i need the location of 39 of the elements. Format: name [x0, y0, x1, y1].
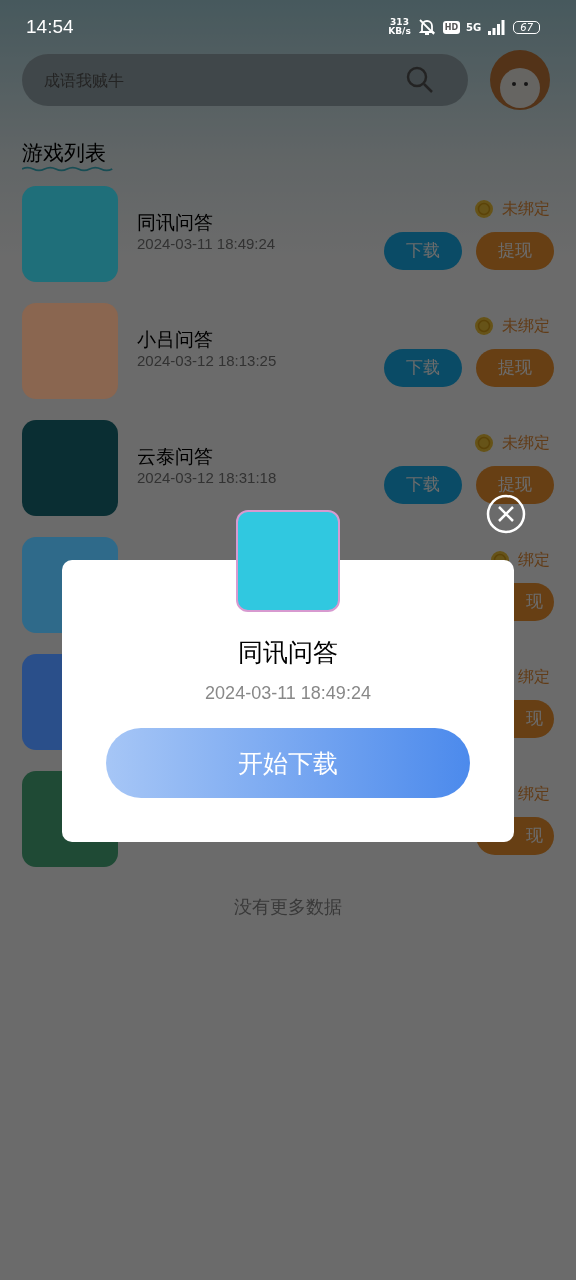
game-name: 同讯问答: [137, 209, 214, 235]
binding-status: 绑定: [518, 783, 550, 805]
game-time: 2024-03-12 18:31:18: [137, 468, 278, 486]
dialog-time: 2024-03-11 18:49:24: [205, 683, 371, 704]
search-icon: [405, 65, 435, 95]
coin-icon: [474, 433, 494, 453]
game-time: 2024-03-11 18:49:24: [137, 234, 277, 252]
close-icon[interactable]: [486, 494, 526, 534]
muted-bell-icon: [416, 17, 437, 37]
withdraw-button[interactable]: 提现: [476, 231, 554, 270]
download-button[interactable]: 下载: [384, 348, 462, 387]
binding-status: 未绑定: [502, 315, 550, 337]
download-button[interactable]: 下载: [384, 231, 462, 270]
start-download-button[interactable]: 开始下载: [106, 728, 470, 798]
app-icon[interactable]: [22, 186, 118, 282]
clock-time: 14:54: [26, 16, 74, 38]
withdraw-button[interactable]: 提现: [476, 465, 554, 504]
binding-status: 绑定: [518, 666, 550, 688]
download-button[interactable]: 下载: [384, 465, 462, 504]
speed-unit: KB/s: [388, 27, 411, 36]
section-title: 游戏列表: [22, 140, 107, 166]
coin-icon: [474, 316, 494, 336]
network-speed: 313: [390, 18, 409, 27]
network-type: 5G: [466, 21, 482, 33]
binding-status: 未绑定: [502, 432, 550, 454]
game-name: 小吕问答: [137, 326, 214, 352]
binding-status: 未绑定: [502, 198, 550, 220]
game-name: 云泰问答: [137, 443, 214, 469]
avatar: [490, 50, 550, 110]
app-icon[interactable]: [22, 303, 118, 399]
dialog-title: 同讯问答: [238, 637, 338, 669]
binding-status: 绑定: [518, 549, 550, 571]
withdraw-button[interactable]: 提现: [476, 348, 554, 387]
battery-level: 67: [513, 20, 540, 34]
game-time: 2024-03-12 18:13:25: [137, 351, 278, 369]
hd-badge: HD: [442, 20, 461, 34]
app-icon[interactable]: [22, 420, 118, 516]
signal-icon: [487, 19, 508, 35]
coin-icon: [474, 199, 494, 219]
